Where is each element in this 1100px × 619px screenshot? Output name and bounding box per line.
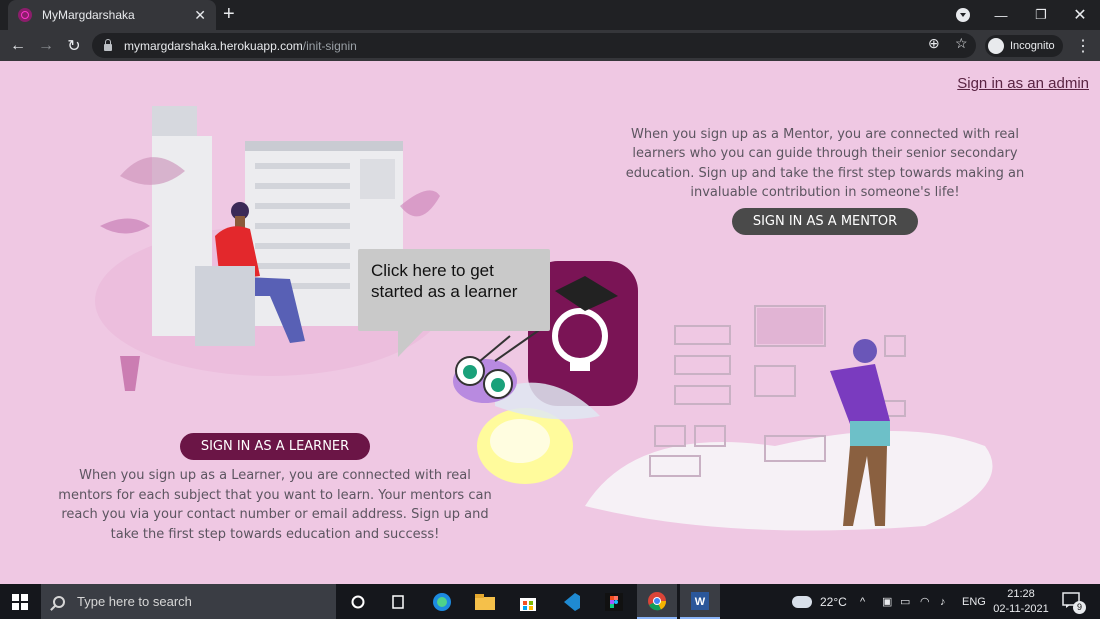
svg-text:W: W: [695, 596, 706, 608]
signin-page: Sign in as an admin When you sign up as …: [0, 61, 1100, 584]
minimize-icon[interactable]: —: [982, 0, 1020, 30]
bookmark-star-icon[interactable]: ☆: [955, 35, 968, 52]
learner-description: When you sign up as a Learner, you are c…: [58, 468, 492, 542]
figma-icon[interactable]: [594, 584, 634, 619]
weather-temperature: 22°C: [820, 594, 847, 609]
taskbar-search-box[interactable]: Type here to search: [41, 584, 336, 619]
forward-icon[interactable]: →: [34, 34, 58, 58]
task-view-icon[interactable]: [378, 584, 418, 619]
language-indicator[interactable]: ENG: [962, 584, 986, 619]
incognito-label: Incognito: [1010, 40, 1055, 52]
tab-title: MyMargdarshaka: [42, 8, 135, 22]
reload-icon[interactable]: ↻: [62, 34, 86, 58]
window-close-icon[interactable]: ✕: [1061, 0, 1099, 30]
weather-widget[interactable]: 22°C: [792, 584, 847, 619]
volume-icon[interactable]: ♪: [940, 584, 946, 619]
mentor-illustration: [585, 305, 993, 531]
browser-menu-icon[interactable]: ⋮: [1075, 36, 1091, 56]
file-explorer-icon[interactable]: [465, 584, 505, 619]
notification-center-icon[interactable]: 9: [1062, 592, 1086, 614]
store-icon[interactable]: [508, 584, 548, 619]
browser-tab[interactable]: MyMargdarshaka ✕: [8, 0, 216, 30]
tray-meet-icon[interactable]: ▣: [882, 584, 892, 619]
new-tab-icon[interactable]: +: [223, 3, 235, 26]
lock-icon: [104, 39, 112, 51]
chrome-icon[interactable]: [637, 584, 677, 619]
learner-tooltip-bubble[interactable]: Click here to get started as a learner: [358, 249, 550, 357]
tab-close-icon[interactable]: ✕: [194, 7, 206, 24]
clock-time: 21:28: [1007, 588, 1035, 600]
address-toolbar: ← → ↻ mymargdarshaka.herokuapp.com /init…: [0, 30, 1100, 61]
tab-search-icon[interactable]: [956, 8, 970, 22]
incognito-icon: [988, 38, 1004, 54]
battery-icon[interactable]: ▭: [900, 584, 910, 619]
word-icon[interactable]: W: [680, 584, 720, 619]
edge-icon[interactable]: [422, 584, 462, 619]
incognito-indicator[interactable]: Incognito: [985, 35, 1063, 57]
clock-date: 02-11-2021: [993, 603, 1049, 615]
wifi-icon[interactable]: ◠: [920, 584, 930, 619]
url-bar[interactable]: mymargdarshaka.herokuapp.com /init-signi…: [92, 33, 976, 58]
learner-signin-button[interactable]: SIGN IN AS A LEARNER: [180, 433, 370, 460]
windows-start-icon[interactable]: [0, 584, 40, 619]
tray-chevron-icon[interactable]: ^: [860, 584, 865, 619]
zoom-icon[interactable]: ⊕: [928, 35, 940, 52]
weather-cloud-icon: [792, 595, 812, 608]
search-icon: [53, 595, 65, 608]
windows-taskbar: Type here to search W 22°C ^ ▣ ▭ ◠ ♪ ENG…: [0, 584, 1100, 619]
vscode-icon[interactable]: [551, 584, 591, 619]
browser-tab-bar: MyMargdarshaka ✕ + — ❐ ✕: [0, 0, 1100, 30]
url-path: /init-signin: [302, 38, 357, 53]
notification-count-badge: 9: [1073, 601, 1086, 614]
mentor-description: When you sign up as a Mentor, you are co…: [625, 127, 1025, 201]
admin-signin-link[interactable]: Sign in as an admin: [957, 75, 1089, 92]
site-favicon-icon: [18, 8, 32, 22]
cortana-icon[interactable]: [338, 584, 378, 619]
back-icon[interactable]: ←: [6, 34, 30, 58]
taskbar-clock[interactable]: 21:28 02-11-2021: [990, 587, 1052, 617]
mentor-signin-button[interactable]: SIGN IN AS A MENTOR: [732, 208, 918, 235]
url-host: mymargdarshaka.herokuapp.com: [124, 38, 303, 53]
taskbar-search-placeholder: Type here to search: [77, 594, 192, 609]
restore-icon[interactable]: ❐: [1022, 0, 1060, 30]
